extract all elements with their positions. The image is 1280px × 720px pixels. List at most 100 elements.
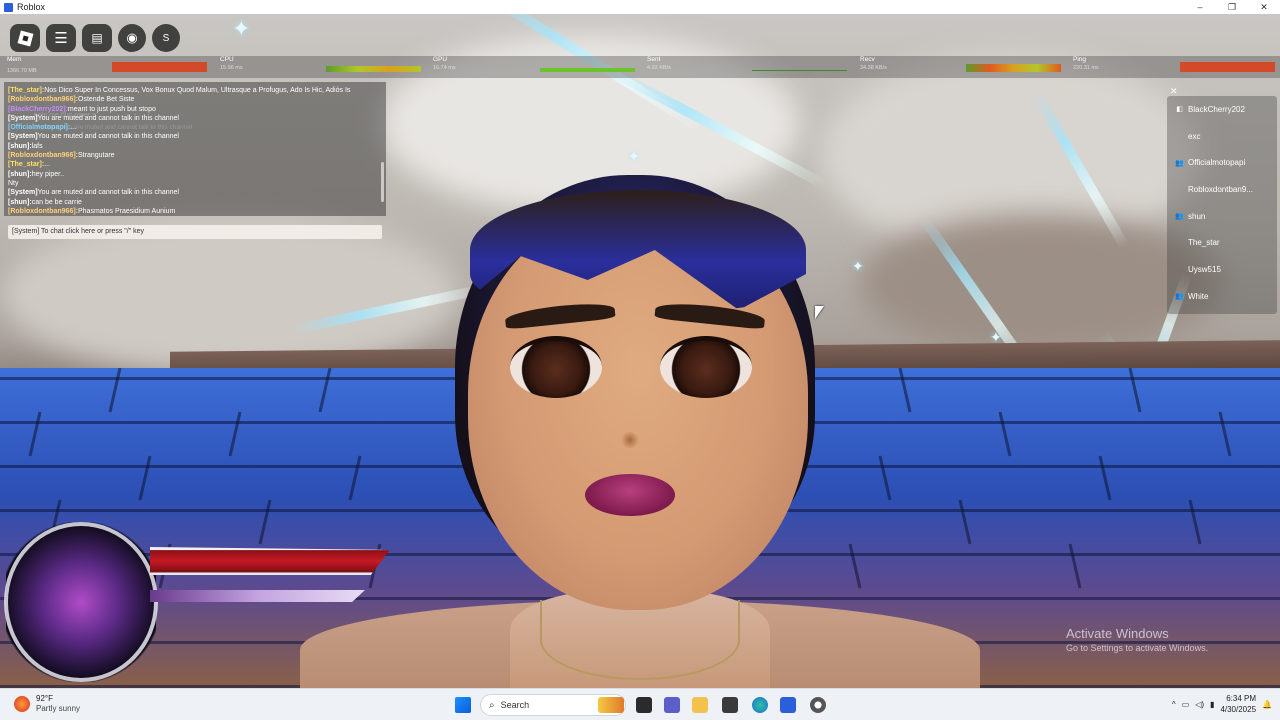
file-explorer-icon[interactable] bbox=[692, 697, 708, 713]
close-button[interactable]: ✕ bbox=[1248, 0, 1280, 14]
sparkle-icon: ✦ bbox=[628, 148, 640, 164]
minimize-button[interactable]: – bbox=[1184, 0, 1216, 14]
chat-sender[interactable]: [System] bbox=[8, 133, 38, 140]
friend-icon: 👥 bbox=[1175, 293, 1184, 301]
player-list: ◧ BlackCherry202 exc 👥 Officialmotopapi Roblo… bbox=[1167, 96, 1277, 314]
window-controls: – ❐ ✕ bbox=[1184, 0, 1280, 14]
stat-gpu[interactable]: GPU 16.74 ms bbox=[433, 56, 456, 72]
chat-sender[interactable]: [System] bbox=[8, 115, 38, 122]
sparkle-icon: ✦ bbox=[232, 16, 251, 41]
window-titlebar: Roblox – ❐ ✕ bbox=[0, 0, 1280, 14]
chat-text: Ostende Bet Siste bbox=[78, 96, 135, 104]
player-name: Officialmotopapi bbox=[1188, 158, 1246, 168]
chat-sender[interactable]: [Robloxdontban966]: bbox=[8, 96, 78, 103]
chat-sender[interactable]: [The_star]: bbox=[8, 161, 44, 168]
chat-sender[interactable]: [System] bbox=[8, 189, 38, 196]
teams-icon[interactable] bbox=[664, 697, 680, 713]
maximize-button[interactable]: ❐ bbox=[1216, 0, 1248, 14]
volume-icon[interactable]: ◁) bbox=[1195, 700, 1204, 709]
chat-sender[interactable]: [Officialmotopapi]: bbox=[8, 124, 70, 131]
stat-value: 15.96 ms bbox=[220, 65, 243, 71]
notification-bell-icon[interactable]: 🔔 bbox=[1262, 700, 1272, 709]
weather-widget[interactable]: 92°F Partly sunny bbox=[14, 694, 80, 714]
player-entry[interactable]: ◧ BlackCherry202 bbox=[1167, 96, 1277, 123]
player-entry[interactable]: exc bbox=[1167, 123, 1277, 150]
chat-sender[interactable]: [shun]: bbox=[8, 199, 32, 206]
roblox-logo-button[interactable] bbox=[10, 24, 40, 52]
player-entry[interactable]: Robloxdontban9... bbox=[1167, 176, 1277, 203]
record-button[interactable]: ◉ bbox=[118, 24, 146, 52]
tray-chevron-icon[interactable]: ^ bbox=[1172, 700, 1176, 709]
chat-message: [BlackCherry202]:meant to just push but … bbox=[8, 105, 382, 114]
stat-label: Sent bbox=[647, 56, 661, 63]
player-name: White bbox=[1188, 291, 1209, 301]
activate-windows-watermark: Activate Windows Go to Settings to activ… bbox=[1066, 626, 1208, 653]
player-entry[interactable]: 👥 shun bbox=[1167, 203, 1277, 230]
battery-icon[interactable]: ▮ bbox=[1210, 700, 1214, 709]
chat-text: You are muted and cannot talk in this ch… bbox=[37, 189, 179, 197]
taskbar-clock[interactable]: 6:34 PM 4/30/2025 bbox=[1220, 693, 1256, 715]
player-name: BlackCherry202 bbox=[1188, 104, 1245, 114]
cpu-graph bbox=[326, 66, 421, 72]
stat-label: Recv bbox=[860, 56, 875, 63]
record-icon: ◉ bbox=[126, 30, 138, 45]
player-entry[interactable]: 👥 Officialmotopapi bbox=[1167, 149, 1277, 176]
chat-sender[interactable]: [Robloxdontban966]: bbox=[8, 208, 78, 215]
friend-icon: 👥 bbox=[1175, 159, 1184, 167]
stat-cpu[interactable]: CPU 15.96 ms bbox=[220, 56, 243, 72]
window-title: Roblox bbox=[17, 2, 46, 12]
chat-toggle-button[interactable]: ▤ bbox=[82, 24, 112, 52]
weather-temp: 92°F bbox=[36, 694, 53, 703]
chat-message: [shun]:lafs bbox=[8, 142, 382, 151]
chat-scrollbar[interactable] bbox=[381, 162, 384, 202]
ping-graph bbox=[1180, 62, 1275, 72]
chat-bubble-icon: ▤ bbox=[91, 31, 103, 45]
task-view-icon[interactable] bbox=[636, 697, 652, 713]
player-entry[interactable]: The_star bbox=[1167, 229, 1277, 256]
player-entry[interactable]: 👥 White bbox=[1167, 283, 1277, 310]
player-entry[interactable]: Uysw515 bbox=[1167, 256, 1277, 283]
mem-graph bbox=[112, 62, 207, 72]
store-icon[interactable] bbox=[722, 697, 738, 713]
search-highlight-icon[interactable] bbox=[598, 697, 624, 713]
chat-input[interactable]: [System] To chat click here or press "/"… bbox=[8, 225, 382, 239]
chat-sender[interactable]: [shun]: bbox=[8, 171, 32, 178]
avatar-nose bbox=[620, 432, 640, 448]
recorder-icon[interactable] bbox=[810, 697, 826, 713]
stat-label: GPU bbox=[433, 56, 448, 63]
watermark-subtitle: Go to Settings to activate Windows. bbox=[1066, 643, 1209, 653]
chat-text: ... bbox=[70, 124, 77, 132]
stat-ping[interactable]: Ping 220.31 ms bbox=[1073, 56, 1099, 72]
chat-text: meant to just push but stopo bbox=[67, 105, 156, 113]
chat-message: [Robloxdontban966]:Phasmatos Praesidium … bbox=[8, 207, 382, 216]
hamburger-menu-button[interactable]: ☰ bbox=[46, 24, 76, 52]
mouse-cursor-icon bbox=[815, 306, 824, 319]
roblox-logo-icon bbox=[17, 30, 33, 46]
edge-icon[interactable] bbox=[752, 697, 768, 713]
chat-message: [System]You are muted and cannot talk in… bbox=[8, 188, 382, 197]
chat-text: lafs bbox=[31, 142, 43, 150]
start-button[interactable] bbox=[455, 697, 471, 713]
friend-icon: 👥 bbox=[1175, 213, 1184, 221]
player-name: Uysw515 bbox=[1188, 264, 1221, 274]
chat-sender[interactable]: [shun]: bbox=[8, 143, 32, 150]
chat-window[interactable]: [The_star]:Nos Dico Super In Concessus, … bbox=[4, 82, 386, 216]
extra-menu-button[interactable]: S bbox=[152, 24, 180, 52]
chat-sender[interactable]: [Robloxdontban966]: bbox=[8, 152, 78, 159]
chat-text: hey piper.. bbox=[31, 170, 65, 178]
chat-sender[interactable]: [BlackCherry202]: bbox=[8, 106, 68, 113]
stat-value: 1366.70 MB bbox=[7, 68, 37, 74]
watermark-title: Activate Windows bbox=[1066, 626, 1169, 641]
health-bar bbox=[150, 547, 390, 575]
roblox-taskbar-icon[interactable] bbox=[780, 697, 796, 713]
network-icon[interactable]: ▭ bbox=[1182, 700, 1190, 709]
chat-message: [The_star]:Nos Dico Super In Concessus, … bbox=[8, 86, 382, 95]
stat-recv[interactable]: Recv 34.38 KB/s bbox=[860, 56, 887, 72]
stat-mem[interactable]: Mem 1366.70 MB bbox=[7, 56, 37, 75]
stat-sent[interactable]: Sent 4.92 KB/s bbox=[647, 56, 671, 72]
weather-condition: Partly sunny bbox=[36, 704, 81, 713]
roblox-top-menu: ☰ ▤ ◉ S bbox=[10, 24, 180, 52]
stat-label: Ping bbox=[1073, 56, 1087, 63]
chat-sender[interactable]: [The_star]: bbox=[8, 87, 44, 94]
search-icon: ⌕ bbox=[489, 699, 495, 711]
